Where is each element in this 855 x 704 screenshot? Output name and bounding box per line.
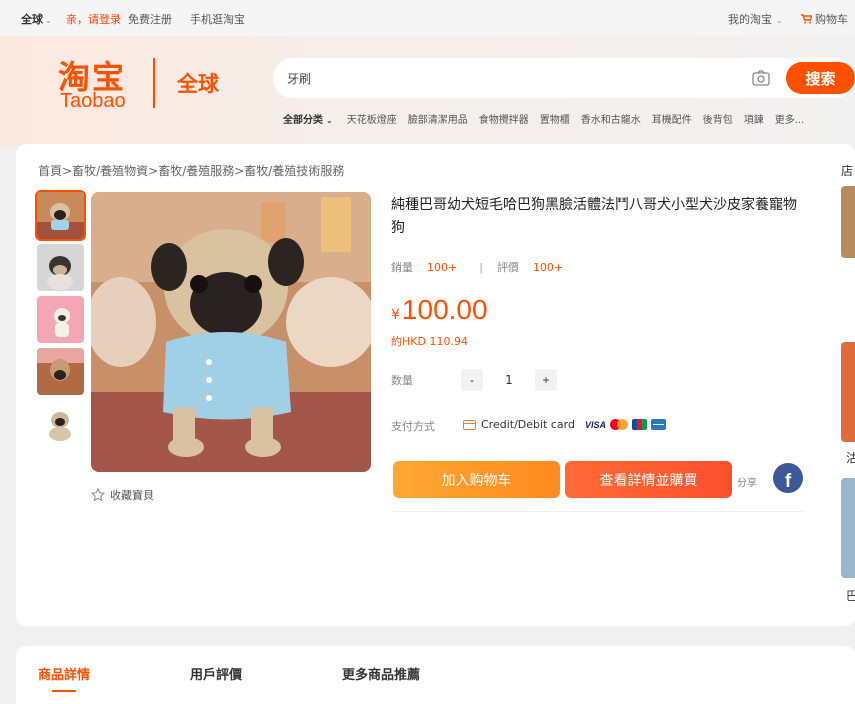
category-more-link[interactable]: 更多... <box>775 111 805 126</box>
store-product-label: 巴 <box>846 589 855 603</box>
category-link[interactable]: 項鍊 <box>744 111 764 126</box>
cart-label: 购物车 <box>815 13 848 26</box>
logo-global: 全球 <box>177 72 219 96</box>
breadcrumb-item[interactable]: 首頁 <box>38 164 62 178</box>
stats-separator: | <box>479 260 483 274</box>
category-link[interactable]: 食物攪拌器 <box>479 111 529 126</box>
tab-user-reviews[interactable]: 用戶評價 <box>190 664 242 683</box>
reviews-label[interactable]: 評價 <box>497 259 519 275</box>
breadcrumb: 首頁>畜牧/養殖物資>畜牧/養殖服務>畜牧/養殖技術服務 <box>38 162 344 179</box>
visa-logo: VISA <box>584 419 606 430</box>
register-link[interactable]: 免费注册 <box>128 11 172 27</box>
store-label: 店 <box>841 164 854 178</box>
header: 淘宝 Taobao 全球 搜索 全部分类⌄ 天花板燈座 臉部清潔用品 食物攪拌器… <box>0 36 855 146</box>
price-value: 100.00 <box>401 294 488 325</box>
quantity-stepper: - 1 + <box>461 369 557 391</box>
store-product-image[interactable] <box>841 478 855 578</box>
payment-label: 支付方式 <box>391 420 435 433</box>
all-categories-menu[interactable]: 全部分类 ⌄ <box>283 111 333 126</box>
favorite-button[interactable]: 收藏寶貝 <box>91 487 154 503</box>
mastercard-logo <box>610 419 628 430</box>
category-link[interactable]: 置物櫃 <box>540 111 570 126</box>
section-divider <box>393 511 803 512</box>
chevron-down-icon: ⌄ <box>326 116 333 125</box>
mobile-taobao-link[interactable]: 手机逛淘宝 <box>190 11 245 27</box>
product-card: 首頁>畜牧/養殖物資>畜牧/養殖服務>畜牧/養殖技術服務 收藏寶貝 純種巴哥幼犬… <box>16 144 855 626</box>
tab-product-details[interactable]: 商品詳情 <box>38 664 90 692</box>
breadcrumb-item[interactable]: 畜牧/養殖物資 <box>72 164 148 178</box>
search-bar: 搜索 <box>273 58 855 98</box>
product-thumbnail[interactable] <box>37 348 84 395</box>
store-product-image[interactable] <box>841 186 855 258</box>
logo-divider <box>153 58 155 108</box>
chevron-down-icon: ⌄ <box>776 16 783 25</box>
breadcrumb-item[interactable]: 畜牧/養殖服務 <box>158 164 234 178</box>
search-input[interactable] <box>287 67 727 89</box>
category-link[interactable]: 臉部清潔用品 <box>408 111 468 126</box>
breadcrumb-item[interactable]: 畜牧/養殖技術服務 <box>244 164 344 178</box>
detail-tabs: 商品詳情 用戶評價 更多商品推薦 <box>16 646 855 704</box>
tab-more-recommendations[interactable]: 更多商品推薦 <box>342 664 420 683</box>
region-selector[interactable]: 全球 ⌄ <box>21 11 52 27</box>
breadcrumb-separator: > <box>234 164 245 178</box>
top-bar: 全球 ⌄ 亲，请登录 免费注册 手机逛淘宝 我的淘宝 ⌄ 购物车 <box>0 0 855 36</box>
product-stats: 銷量 100+ | 評價 100+ <box>391 259 563 275</box>
camera-icon[interactable] <box>751 68 771 88</box>
category-link[interactable]: 天花板燈座 <box>347 111 397 126</box>
category-link[interactable]: 耳機配件 <box>652 111 692 126</box>
credit-card-icon <box>463 419 476 430</box>
sales-value: 100+ <box>427 260 458 274</box>
cart-link[interactable]: 购物车 <box>801 11 848 27</box>
region-label: 全球 <box>21 13 43 26</box>
view-details-buy-button[interactable]: 查看詳情並購買 <box>565 461 732 498</box>
quantity-increase-button[interactable]: + <box>535 369 557 391</box>
login-link[interactable]: 亲，请登录 <box>66 11 121 27</box>
chevron-down-icon: ⌄ <box>45 16 52 25</box>
store-product-image[interactable] <box>841 342 855 442</box>
category-link[interactable]: 香水和古龍水 <box>581 111 641 126</box>
quantity-label: 数量 <box>391 374 413 387</box>
cart-icon <box>801 14 812 24</box>
reviews-value[interactable]: 100+ <box>533 261 563 274</box>
category-link[interactable]: 後背包 <box>703 111 733 126</box>
product-thumbnail[interactable] <box>37 400 84 447</box>
breadcrumb-separator: > <box>148 164 159 178</box>
quantity-decrease-button[interactable]: - <box>461 369 483 391</box>
product-thumbnail[interactable] <box>35 190 86 241</box>
product-price: ¥ 100.00 <box>391 294 488 326</box>
amex-logo <box>651 419 666 430</box>
breadcrumb-separator: > <box>62 164 73 178</box>
payment-method-text: Credit/Debit card <box>481 418 575 431</box>
price-hkd: 約HKD 110.94 <box>391 335 468 348</box>
my-taobao-menu[interactable]: 我的淘宝 ⌄ <box>728 11 783 27</box>
all-categories-label: 全部分类 <box>283 115 323 126</box>
sales-label: 銷量 <box>391 261 413 274</box>
jcb-logo <box>632 419 647 430</box>
product-title: 純種巴哥幼犬短毛哈巴狗黑臉活體法鬥八哥犬小型犬沙皮家養寵物狗 <box>391 197 797 236</box>
search-button[interactable]: 搜索 <box>786 62 855 94</box>
product-thumbnail[interactable] <box>37 296 84 343</box>
share-label: 分享 <box>737 478 757 489</box>
favorite-label: 收藏寶貝 <box>110 489 154 502</box>
store-product-label: 沽 <box>846 451 855 465</box>
my-taobao-label: 我的淘宝 <box>728 13 772 26</box>
logo-english[interactable]: Taobao <box>60 90 126 113</box>
payment-methods: Credit/Debit card VISA <box>463 418 666 431</box>
facebook-icon[interactable]: f <box>773 463 803 493</box>
category-nav: 全部分类 ⌄ 天花板燈座 臉部清潔用品 食物攪拌器 置物櫃 香水和古龍水 耳機配件… <box>283 111 815 126</box>
add-to-cart-button[interactable]: 加入购物车 <box>393 461 560 498</box>
quantity-input[interactable]: 1 <box>483 369 535 391</box>
star-icon <box>91 488 105 502</box>
product-main-image[interactable] <box>91 192 371 472</box>
product-thumbnail[interactable] <box>37 244 84 291</box>
card-logos: VISA <box>585 419 666 430</box>
price-currency: ¥ <box>391 307 400 323</box>
